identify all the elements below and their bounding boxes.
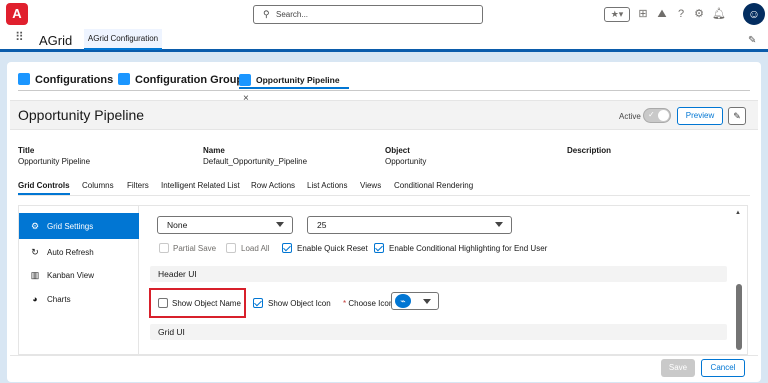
partial-save-checkbox[interactable] — [159, 243, 169, 253]
load-all-label: Load All — [241, 244, 270, 253]
load-all-checkbox[interactable] — [226, 243, 236, 253]
select-value: None — [167, 220, 188, 230]
subtab-divider — [18, 195, 750, 196]
check-icon: ✓ — [648, 110, 655, 119]
tab-configuration-groups[interactable]: Configuration Groups — [118, 71, 249, 89]
active-label: Active — [619, 112, 641, 121]
chevron-down-icon — [495, 222, 503, 227]
field-label-description: Description — [567, 146, 612, 155]
active-subtab-underline — [18, 193, 70, 195]
select-value: 25 — [317, 220, 327, 230]
enable-conditional-highlighting-label: Enable Conditional Highlighting for End … — [389, 244, 548, 253]
required-marker: * — [343, 299, 347, 308]
sidebar-item-label: Charts — [47, 295, 71, 304]
choose-icon-select[interactable]: ⌁ — [391, 292, 439, 310]
gear-icon: ⚙ — [30, 221, 40, 231]
sidebar-item-grid-settings[interactable]: ⚙ Grid Settings — [19, 213, 139, 239]
save-button[interactable]: Save — [661, 359, 695, 377]
chevron-down-icon — [423, 299, 431, 304]
show-object-icon-checkbox[interactable] — [253, 298, 263, 308]
columns-per-row-select[interactable]: None — [157, 216, 293, 234]
subtab-columns[interactable]: Columns — [82, 181, 114, 190]
global-search-input[interactable]: ⚲ Search... — [253, 5, 483, 24]
user-avatar[interactable]: ☺ — [743, 3, 765, 25]
sidebar-item-label: Grid Settings — [47, 222, 94, 231]
opportunity-pipeline-icon — [239, 73, 251, 86]
subtab-conditional-rendering[interactable]: Conditional Rendering — [394, 181, 473, 190]
subtab-grid-controls[interactable]: Grid Controls — [18, 181, 70, 190]
tab-configurations[interactable]: Configurations — [18, 71, 113, 89]
app-logo[interactable]: A — [6, 3, 28, 25]
tab-label: Configurations — [35, 74, 114, 86]
sidebar-item-label: Kanban View — [47, 271, 94, 280]
show-object-name-label: Show Object Name — [172, 299, 241, 308]
enable-conditional-highlighting-checkbox[interactable] — [374, 243, 384, 253]
field-value-name: Default_Opportunity_Pipeline — [203, 157, 308, 166]
globe-icon: ⌁ — [395, 294, 411, 308]
enable-quick-reset-checkbox[interactable] — [282, 243, 292, 253]
choose-icon-label: * Choose Icon — [343, 299, 393, 308]
tab-divider — [18, 90, 750, 91]
toggle-knob — [658, 110, 669, 121]
pie-chart-icon: ◕ — [32, 294, 38, 304]
cancel-button[interactable]: Cancel — [701, 359, 745, 377]
subtab-list-actions[interactable]: List Actions — [307, 181, 347, 190]
subtab-views[interactable]: Views — [360, 181, 381, 190]
app-launcher-icon[interactable]: ⠿ — [15, 30, 29, 44]
help-icon[interactable]: ? — [675, 8, 687, 20]
trailhead-icon[interactable]: ⛰ — [656, 8, 668, 20]
grid-ui-section: Grid UI — [150, 324, 727, 340]
plus-icon[interactable]: ⊞ — [637, 8, 649, 20]
show-object-name-checkbox[interactable] — [158, 298, 168, 308]
tab-opportunity-pipeline[interactable]: Opportunity Pipeline × — [239, 71, 349, 104]
favorites-star-icon[interactable]: ★▾ — [604, 7, 630, 22]
tab-label: Configuration Groups — [135, 74, 250, 86]
enable-quick-reset-label: Enable Quick Reset — [297, 244, 368, 253]
chevron-down-icon — [276, 222, 284, 227]
field-value-object: Opportunity — [385, 157, 427, 166]
app-name: AGrid — [39, 33, 73, 48]
field-label-name: Name — [203, 146, 225, 155]
edit-pencil-button[interactable]: ✎ — [728, 107, 746, 125]
tab-label: Opportunity Pipeline — [256, 75, 340, 85]
field-label-object: Object — [385, 146, 410, 155]
subtab-filters[interactable]: Filters — [127, 181, 149, 190]
show-object-icon-label: Show Object Icon — [268, 299, 331, 308]
settings-scrollbar[interactable]: ▲ — [735, 210, 743, 350]
search-icon: ⚲ — [263, 9, 270, 19]
sidebar-item-label: Auto Refresh — [47, 248, 94, 257]
subtab-intelligent-related-list[interactable]: Intelligent Related List — [161, 181, 240, 190]
scrollbar-thumb[interactable] — [736, 284, 742, 350]
footer-divider — [10, 355, 758, 356]
configuration-groups-icon — [118, 73, 130, 86]
sidebar-item-charts[interactable]: ◕ Charts — [19, 286, 139, 312]
page-title: Opportunity Pipeline — [18, 107, 145, 123]
subtab-row-actions[interactable]: Row Actions — [251, 181, 295, 190]
choose-icon-text: Choose Icon — [348, 299, 394, 308]
partial-save-label: Partial Save — [173, 244, 217, 253]
configurations-icon — [18, 73, 30, 86]
gear-icon[interactable]: ⚙ — [693, 8, 705, 20]
page-size-select[interactable]: 25 — [307, 216, 512, 234]
kanban-icon: ▥ — [30, 270, 40, 280]
search-placeholder: Search... — [276, 10, 309, 19]
header-ui-section: Header UI — [150, 266, 727, 282]
notification-bell-icon[interactable]: 🔔︎ — [712, 8, 726, 20]
active-toggle[interactable]: ✓ — [643, 108, 671, 123]
scroll-up-icon[interactable]: ▲ — [735, 210, 741, 216]
field-label-title: Title — [18, 146, 35, 155]
edit-nav-pencil-icon[interactable]: ✎ — [748, 35, 756, 46]
preview-button[interactable]: Preview — [677, 107, 723, 125]
field-value-title: Opportunity Pipeline — [18, 157, 91, 166]
nav-tab-agrid-configuration[interactable]: AGrid Configuration — [84, 29, 162, 50]
sidebar-item-kanban-view[interactable]: ▥ Kanban View — [19, 262, 139, 288]
